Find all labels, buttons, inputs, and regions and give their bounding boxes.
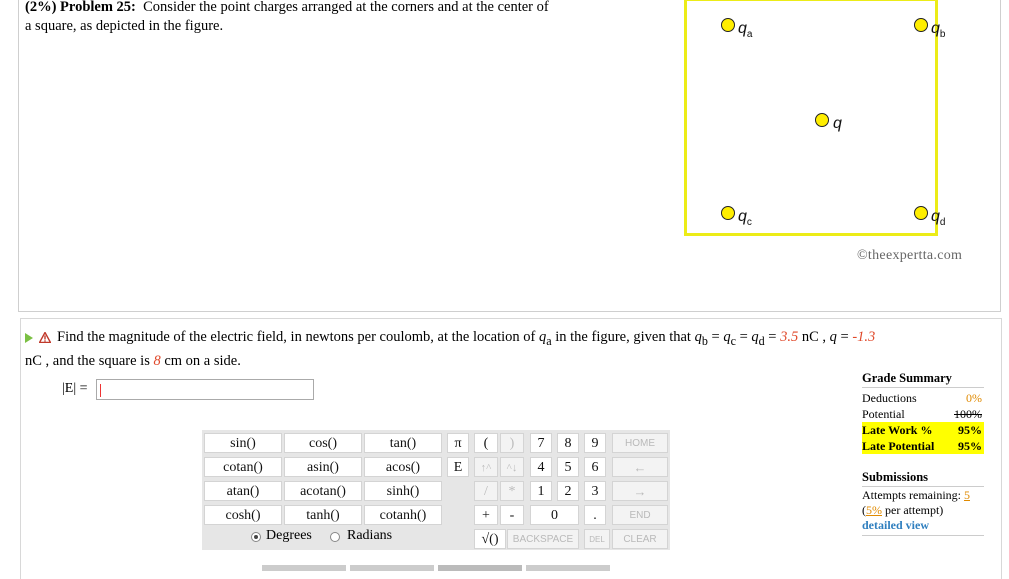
key-acotan[interactable]: acotan() xyxy=(284,481,362,501)
key-open-paren[interactable]: ( xyxy=(474,433,498,453)
key-4[interactable]: 4 xyxy=(530,457,552,477)
key-atan[interactable]: atan() xyxy=(204,481,282,501)
row-potential: Potential 100% xyxy=(862,407,982,421)
key-asin[interactable]: asin() xyxy=(284,457,362,477)
bottom-tab-1[interactable] xyxy=(262,565,346,571)
key-left-arrow[interactable]: ← xyxy=(612,457,668,477)
row-late-work: Late Work % 95% xyxy=(862,422,984,438)
key-2[interactable]: 2 xyxy=(557,481,579,501)
problem-text-line1: Consider the point charges arranged at t… xyxy=(143,0,549,15)
row-late-potential: Late Potential 95% xyxy=(862,438,984,454)
label-q-center: q xyxy=(833,115,842,132)
detailed-view-link[interactable]: detailed view xyxy=(862,518,984,533)
key-subscript[interactable]: ^↓ xyxy=(500,457,524,477)
key-superscript[interactable]: ↑^ xyxy=(474,457,498,477)
charge-qb xyxy=(914,18,928,32)
key-pi[interactable]: π xyxy=(447,433,469,453)
key-tan[interactable]: tan() xyxy=(364,433,442,453)
key-end[interactable]: END xyxy=(612,505,668,525)
charge-qd xyxy=(914,206,928,220)
question-text: Find the magnitude of the electric field… xyxy=(25,329,876,369)
summary-title: Grade Summary xyxy=(862,371,952,385)
answer-input[interactable] xyxy=(96,379,314,400)
key-0[interactable]: 0 xyxy=(530,505,579,525)
key-cotan[interactable]: cotan() xyxy=(204,457,282,477)
key-7[interactable]: 7 xyxy=(530,433,552,453)
key-del[interactable]: DEL xyxy=(584,529,610,549)
key-exponent-e[interactable]: E xyxy=(447,457,469,477)
per-attempt: (5% per attempt) xyxy=(862,503,944,517)
value-qbcd: 3.5 xyxy=(780,329,799,345)
value-side: 8 xyxy=(153,352,161,369)
label-qb: qb xyxy=(931,20,946,41)
key-5[interactable]: 5 xyxy=(557,457,579,477)
key-1[interactable]: 1 xyxy=(530,481,552,501)
key-plus[interactable]: + xyxy=(474,505,498,525)
key-sinh[interactable]: sinh() xyxy=(364,481,442,501)
key-multiply[interactable]: * xyxy=(500,481,524,501)
key-right-arrow[interactable]: → xyxy=(612,481,668,501)
label-qd: qd xyxy=(931,208,946,229)
key-9[interactable]: 9 xyxy=(584,433,606,453)
key-cotanh[interactable]: cotanh() xyxy=(364,505,442,525)
problem-statement: (2%) Problem 25: Consider the point char… xyxy=(25,0,625,36)
label-radians: Radians xyxy=(347,528,393,543)
copyright-text: ©theexpertta.com xyxy=(857,248,963,263)
bottom-tab-4[interactable] xyxy=(526,565,610,571)
label-qa: qa xyxy=(738,20,753,41)
label-degrees: Degrees xyxy=(266,528,312,543)
grade-summary: Grade Summary Deductions 0% Potential 10… xyxy=(862,371,984,550)
bottom-tab-3[interactable] xyxy=(438,565,522,571)
key-cos[interactable]: cos() xyxy=(284,433,362,453)
problem-panel: (2%) Problem 25: Consider the point char… xyxy=(18,0,1001,312)
key-divide[interactable]: / xyxy=(474,481,498,501)
label-qc: qc xyxy=(738,208,752,229)
radio-degrees[interactable] xyxy=(251,532,261,542)
key-tanh[interactable]: tanh() xyxy=(284,505,362,525)
key-acos[interactable]: acos() xyxy=(364,457,442,477)
key-3[interactable]: 3 xyxy=(584,481,606,501)
charge-q-center xyxy=(815,113,829,127)
key-clear[interactable]: CLEAR xyxy=(612,529,668,549)
key-minus[interactable]: - xyxy=(500,505,524,525)
radio-radians[interactable] xyxy=(330,532,340,542)
charge-qa xyxy=(721,18,735,32)
value-q: -1.3 xyxy=(852,329,876,345)
row-deductions: Deductions 0% xyxy=(862,391,982,405)
problem-heading: (2%) Problem 25: xyxy=(25,0,136,15)
charge-figure: qa qb q qc qd xyxy=(684,0,945,236)
submissions-title: Submissions xyxy=(862,470,929,484)
problem-text-line2: a square, as depicted in the figure. xyxy=(25,18,224,34)
warning-icon xyxy=(39,332,51,344)
key-6[interactable]: 6 xyxy=(584,457,606,477)
play-icon[interactable] xyxy=(25,332,33,343)
charge-qc xyxy=(721,206,735,220)
text-caret xyxy=(100,384,101,397)
answer-label: |E| = xyxy=(62,381,88,396)
key-decimal[interactable]: . xyxy=(584,505,606,525)
key-sqrt[interactable]: √() xyxy=(474,529,506,549)
key-sin[interactable]: sin() xyxy=(204,433,282,453)
bottom-tab-2[interactable] xyxy=(350,565,434,571)
key-8[interactable]: 8 xyxy=(557,433,579,453)
key-close-paren[interactable]: ) xyxy=(500,433,524,453)
key-home[interactable]: HOME xyxy=(612,433,668,453)
key-cosh[interactable]: cosh() xyxy=(204,505,282,525)
key-backspace[interactable]: BACKSPACE xyxy=(507,529,579,549)
attempts-remaining: Attempts remaining: 5 xyxy=(862,488,970,502)
